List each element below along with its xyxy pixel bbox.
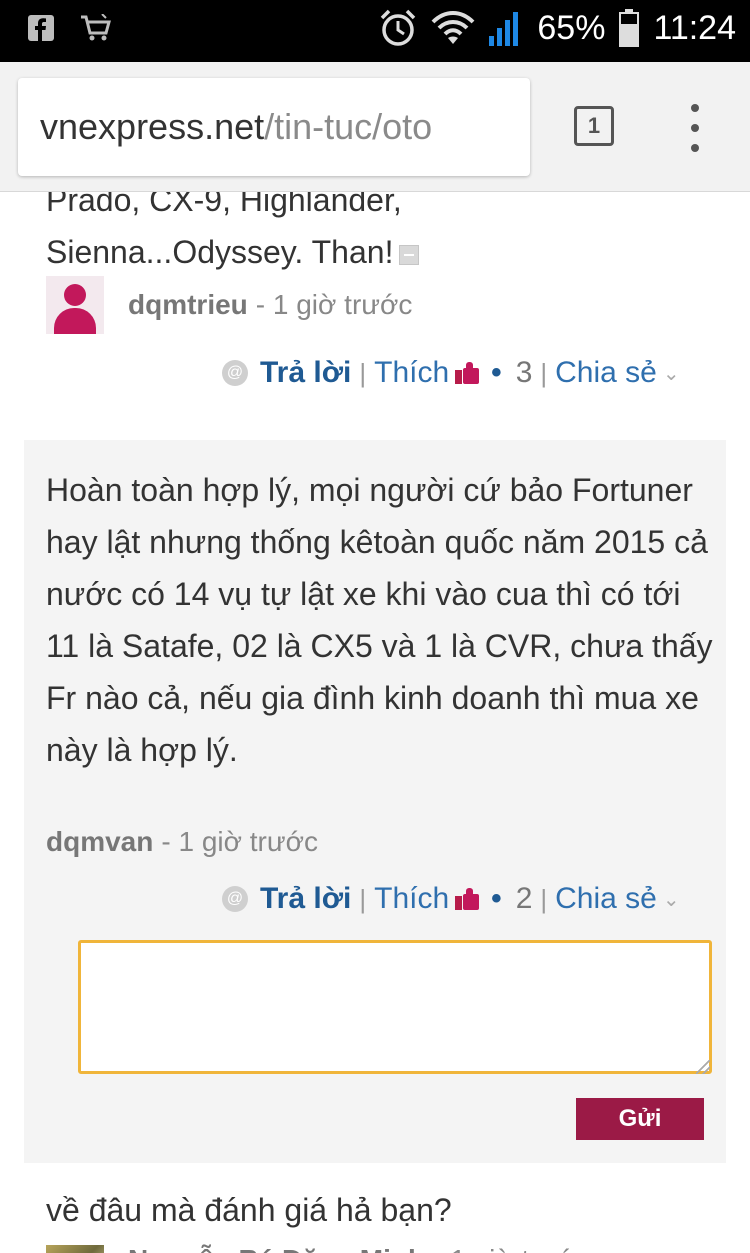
author-name[interactable]: dqmvan <box>46 826 153 858</box>
separator: | <box>540 357 548 388</box>
comment-author-row: dqmvan - 1 giờ trước <box>46 826 318 858</box>
overflow-menu-icon[interactable] <box>680 104 710 154</box>
url-host: vnexpress.net <box>40 106 265 147</box>
share-link[interactable]: Chia sẻ <box>555 882 657 916</box>
comment-time: - 1 giờ trước <box>161 826 318 857</box>
resize-handle-icon[interactable] <box>696 1060 710 1074</box>
like-link[interactable]: Thích <box>374 882 449 916</box>
comment-actions: @ Trả lời | Thích • 2 | Chia sẻ ⌄ <box>222 882 680 916</box>
facebook-icon <box>28 15 54 41</box>
thumbs-up-icon[interactable] <box>455 362 481 384</box>
avatar[interactable] <box>46 276 104 334</box>
like-count: 3 <box>515 356 533 389</box>
comment-line-partial: Prado, CX-9, Highlander, <box>46 192 402 218</box>
comment-actions: @ Trả lời | Thích • 3 | Chia sẻ ⌄ <box>222 356 680 390</box>
cart-icon <box>81 14 111 41</box>
battery-percent: 65% <box>537 8 606 47</box>
comment-text: Prado, CX-9, Highlander, Sienna...Odysse… <box>46 192 726 278</box>
url-field[interactable]: vnexpress.net/tin-tuc/oto <box>18 78 530 176</box>
comments-section: Prado, CX-9, Highlander, Sienna...Odysse… <box>0 192 750 1253</box>
reply-icon: @ <box>222 360 248 386</box>
tab-switcher-button[interactable]: 1 <box>574 106 614 146</box>
author-name[interactable]: dqmtrieu <box>128 289 248 321</box>
signal-icon <box>489 12 519 46</box>
reply-link[interactable]: Trả lời <box>260 882 351 916</box>
alarm-icon <box>381 9 416 46</box>
status-left <box>28 14 112 42</box>
like-link[interactable]: Thích <box>374 356 449 390</box>
separator: | <box>540 883 548 914</box>
separator: | <box>359 357 367 388</box>
reply-link[interactable]: Trả lời <box>260 356 351 390</box>
comment-time: - 1 giờ trước <box>255 289 413 320</box>
comment-author-row: Nguyễn Bá Đăng Minh - 1 giờ trước <box>46 1244 590 1253</box>
avatar[interactable] <box>46 1245 104 1253</box>
dot-separator: • <box>491 882 502 915</box>
reply-icon: @ <box>222 886 248 912</box>
comment-time: - 1 giờ trước <box>433 1244 590 1253</box>
separator: | <box>359 883 367 914</box>
chevron-down-icon[interactable]: ⌄ <box>663 887 680 912</box>
clock: 11:24 <box>653 8 736 47</box>
like-count: 2 <box>515 882 533 915</box>
comment-line: Sienna...Odyssey. Than! <box>46 226 726 278</box>
comment-panel: Hoàn toàn hợp lý, mọi người cứ bảo Fortu… <box>24 440 726 1163</box>
status-right: 65% 11:24 <box>379 8 736 48</box>
send-button[interactable]: Gửi <box>576 1098 704 1140</box>
chevron-down-icon[interactable]: ⌄ <box>663 361 680 386</box>
collapse-icon[interactable] <box>399 244 420 265</box>
comment-text: về đâu mà đánh giá hả bạn? <box>46 1192 452 1228</box>
comment-text: Hoàn toàn hợp lý, mọi người cứ bảo Fortu… <box>46 472 713 768</box>
status-bar: 65% 11:24 <box>0 0 750 62</box>
url-path: /tin-tuc/oto <box>264 106 433 147</box>
share-link[interactable]: Chia sẻ <box>555 356 657 390</box>
comment-line-text: Sienna...Odyssey. Than! <box>46 234 394 270</box>
thumbs-up-icon[interactable] <box>455 888 481 910</box>
url-text: vnexpress.net/tin-tuc/oto <box>40 106 432 148</box>
wifi-icon <box>431 11 475 44</box>
battery-icon <box>619 9 640 47</box>
comment-author-row: dqmtrieu - 1 giờ trước <box>46 276 412 334</box>
dot-separator: • <box>491 356 502 389</box>
browser-toolbar: vnexpress.net/tin-tuc/oto 1 <box>0 62 750 192</box>
author-name[interactable]: Nguyễn Bá Đăng Minh <box>128 1244 425 1253</box>
reply-textarea[interactable] <box>78 940 712 1074</box>
